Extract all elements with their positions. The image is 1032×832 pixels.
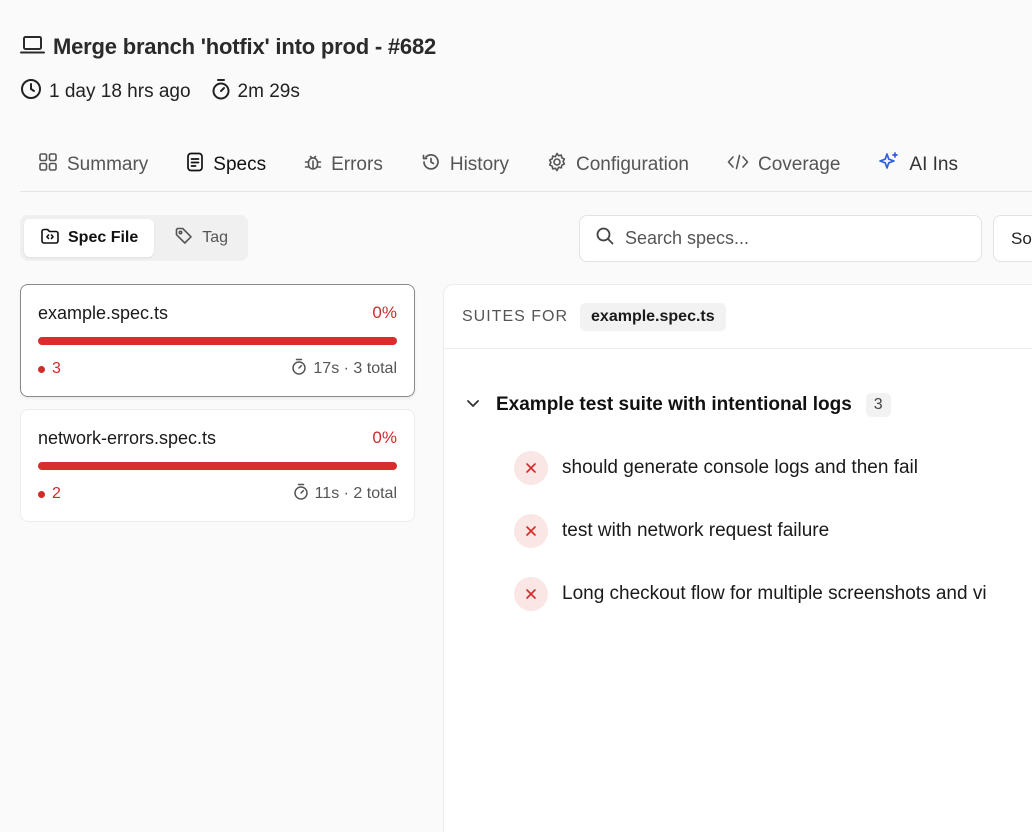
- sort-label: So: [1011, 228, 1032, 248]
- fail-dot-icon: [38, 365, 45, 373]
- tab-configuration[interactable]: Configuration: [528, 138, 708, 191]
- failed-count: 3: [38, 360, 61, 378]
- spec-file-label: Spec File: [68, 229, 139, 246]
- spec-file-name: example.spec.ts: [38, 302, 169, 323]
- test-item[interactable]: Long checkout flow for multiple screensh…: [514, 577, 987, 611]
- grid-icon: [38, 152, 58, 178]
- failed-count: 2: [38, 485, 61, 503]
- stopwatch-icon: [291, 358, 307, 380]
- test-title: Long checkout flow for multiple screensh…: [562, 583, 987, 604]
- failed-status-icon: [514, 577, 548, 611]
- tab-label: Summary: [67, 154, 149, 175]
- run-duration: 2m 29s: [211, 78, 300, 106]
- spec-stats: 17s · 3 total: [291, 358, 397, 380]
- spec-stats-text: 17s · 3 total: [313, 360, 397, 377]
- pass-rate: 0%: [372, 428, 397, 447]
- clock-icon: [20, 78, 42, 106]
- suites-panel-header: SUITES FOR example.spec.ts: [444, 285, 1032, 349]
- duration-text: 2m 29s: [237, 81, 300, 102]
- tab-label: AI Ins: [909, 154, 958, 175]
- pass-rate: 0%: [372, 303, 397, 322]
- tag-label: Tag: [202, 229, 229, 246]
- suites-for-label: SUITES FOR: [462, 307, 569, 325]
- test-item[interactable]: test with network request failure: [514, 514, 829, 548]
- stopwatch-icon: [211, 78, 231, 106]
- spec-file-card[interactable]: example.spec.ts 0% 3 17s · 3 total: [20, 284, 415, 397]
- tab-label: Errors: [331, 154, 383, 175]
- tab-history[interactable]: History: [402, 138, 528, 191]
- failed-status-icon: [514, 514, 548, 548]
- pass-rate-bar: [38, 462, 397, 470]
- tab-label: Configuration: [575, 154, 689, 175]
- sparkle-icon: [878, 151, 900, 179]
- folder-code-icon: [40, 227, 60, 250]
- suite-test-count: 3: [865, 393, 891, 417]
- document-icon: [186, 152, 204, 178]
- code-icon: [727, 153, 749, 177]
- stopwatch-icon: [293, 483, 309, 505]
- selected-file-chip: example.spec.ts: [580, 302, 726, 331]
- test-title: should generate console logs and then fa…: [562, 457, 918, 478]
- view-toggle: Spec File Tag: [20, 215, 249, 261]
- tab-coverage[interactable]: Coverage: [708, 138, 859, 191]
- spec-stats: 11s · 2 total: [293, 483, 397, 505]
- failed-status-icon: [514, 451, 548, 485]
- run-time-ago: 1 day 18 hrs ago: [20, 78, 191, 106]
- tab-bar: Summary Specs Errors History Configurati…: [20, 138, 1032, 192]
- search-icon: [595, 226, 615, 251]
- test-item[interactable]: should generate console logs and then fa…: [514, 451, 918, 485]
- tab-summary[interactable]: Summary: [20, 138, 167, 191]
- tab-label: Specs: [213, 154, 267, 175]
- bug-icon: [304, 152, 322, 178]
- tag-toggle-button[interactable]: Tag: [158, 219, 244, 257]
- test-title: test with network request failure: [562, 520, 830, 541]
- gear-icon: [547, 152, 567, 178]
- suite-title: Example test suite with intentional logs: [496, 394, 852, 415]
- spec-file-toggle-button[interactable]: Spec File: [24, 219, 155, 257]
- suites-panel: SUITES FOR example.spec.ts Example test …: [443, 284, 1032, 832]
- sort-button[interactable]: So: [993, 215, 1032, 262]
- failed-count-value: 2: [52, 485, 61, 502]
- run-header: Merge branch 'hotfix' into prod - #682 1…: [20, 32, 436, 106]
- tab-label: Coverage: [758, 154, 841, 175]
- tab-label: History: [449, 154, 509, 175]
- failed-count-value: 3: [52, 360, 61, 377]
- suite-header[interactable]: Example test suite with intentional logs…: [464, 393, 891, 417]
- search-input[interactable]: [625, 228, 955, 249]
- fail-dot-icon: [38, 490, 45, 498]
- tab-errors[interactable]: Errors: [285, 138, 402, 191]
- search-box: [579, 215, 982, 262]
- tab-specs[interactable]: Specs: [167, 138, 285, 191]
- spec-stats-text: 11s · 2 total: [314, 485, 397, 502]
- time-ago-text: 1 day 18 hrs ago: [49, 81, 191, 102]
- spec-file-name: network-errors.spec.ts: [38, 427, 217, 448]
- page-title: Merge branch 'hotfix' into prod - #682: [53, 34, 437, 59]
- pass-rate-bar: [38, 337, 397, 345]
- tag-icon: [174, 226, 194, 251]
- laptop-icon: [20, 34, 45, 61]
- tab-ai-insights[interactable]: AI Ins: [859, 138, 977, 191]
- spec-file-card[interactable]: network-errors.spec.ts 0% 2 11s · 2 tota…: [20, 409, 415, 522]
- history-icon: [421, 152, 441, 178]
- chevron-down-icon[interactable]: [464, 394, 482, 417]
